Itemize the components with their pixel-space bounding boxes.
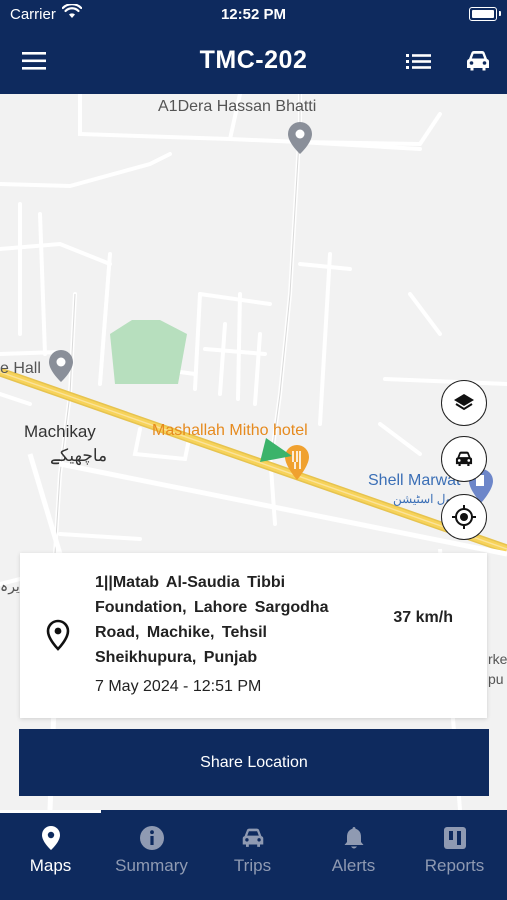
tab-label: Alerts [331, 856, 376, 875]
layers-icon [454, 394, 474, 411]
tab-maps[interactable]: Maps [0, 810, 101, 900]
app-header: TMC-202 [0, 30, 507, 94]
bottom-tab-bar: Maps Summary Trips Alerts Reports [0, 810, 507, 900]
my-location-button[interactable] [441, 494, 487, 540]
last-update-datetime: 7 May 2024 - 12:51 PM [95, 678, 262, 695]
focus-vehicle-button[interactable] [441, 436, 487, 482]
map-label-dera: A1Dera Hassan Bhatti [158, 98, 317, 115]
active-tab-indicator [0, 810, 101, 813]
share-location-button[interactable]: Share Location [19, 729, 489, 796]
vehicle-address: 1||Matab Al-Saudia Tibbi Foundation, Lah… [95, 574, 329, 666]
map-layers-button[interactable] [441, 380, 487, 426]
car-icon [455, 451, 473, 466]
tab-label: Trips [233, 856, 272, 875]
status-time: 12:52 PM [220, 6, 287, 23]
tab-label: Reports [424, 856, 485, 875]
tab-reports[interactable]: Reports [404, 810, 505, 900]
status-bar: Carrier 12:52 PM [0, 0, 507, 30]
vehicle-icon[interactable] [463, 46, 493, 76]
list-view-icon[interactable] [405, 50, 433, 72]
bell-icon [344, 827, 364, 849]
tab-alerts[interactable]: Alerts [303, 810, 404, 900]
location-info-card: 1||Matab Al-Saudia Tibbi Foundation, Lah… [20, 553, 487, 718]
map-pin-icon [42, 826, 60, 850]
map-label-edge-left: یرہ [0, 578, 20, 594]
map-label-edge-right-2: pu [488, 671, 504, 687]
crosshair-icon [452, 505, 476, 529]
map-label-machikay-urdu: ماچھیکے [50, 446, 108, 465]
map-label-hotel: Mashallah Mitho hotel [152, 422, 308, 439]
map-label-hall: e Hall [0, 360, 41, 377]
battery-icon [469, 7, 497, 21]
report-icon [444, 827, 466, 849]
tab-label: Summary [115, 856, 188, 875]
poi-pin-icon[interactable] [288, 122, 312, 154]
tab-trips[interactable]: Trips [202, 810, 303, 900]
tab-summary[interactable]: Summary [101, 810, 202, 900]
map-label-edge-right-1: rke [488, 651, 507, 667]
car-icon [242, 828, 264, 847]
map-label-machikay: Machikay [24, 422, 96, 441]
location-pin-icon [46, 619, 70, 651]
tab-label: Maps [29, 856, 72, 875]
info-icon [140, 826, 164, 850]
vehicle-speed: 37 km/h [393, 609, 453, 626]
